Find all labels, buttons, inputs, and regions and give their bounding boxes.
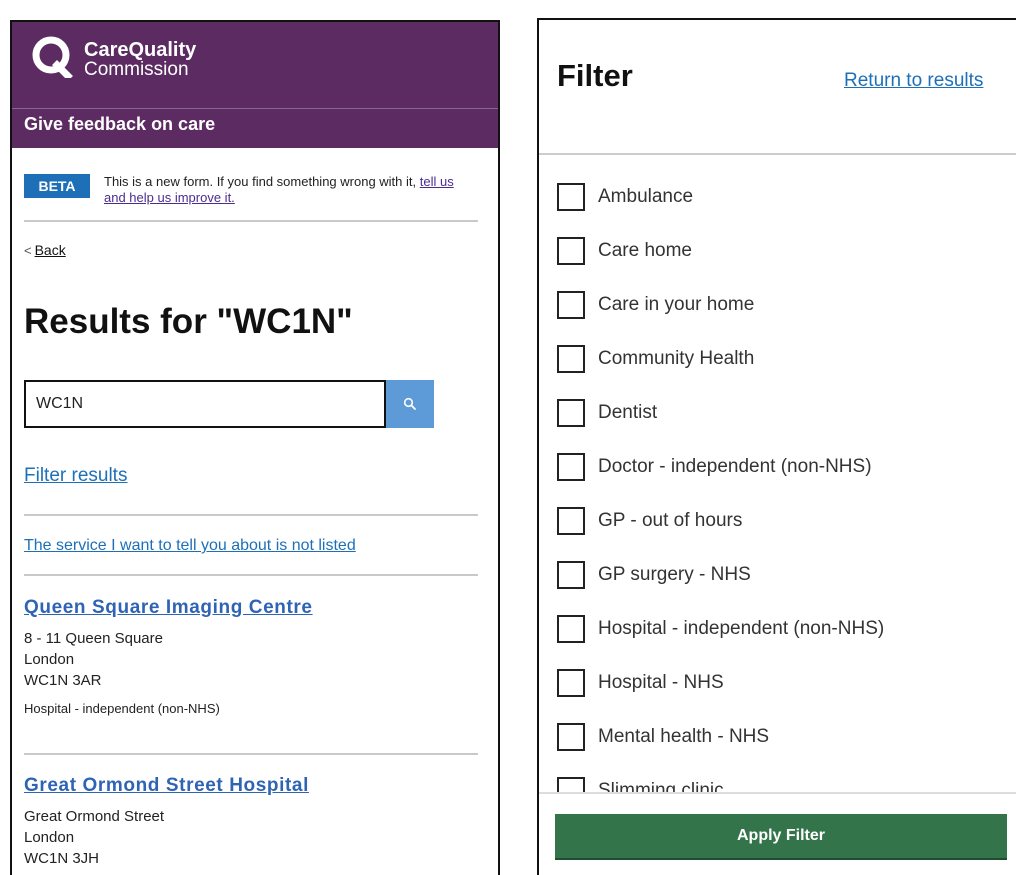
filter-option-gp-out-of-hours[interactable]: GP - out of hours bbox=[557, 504, 1016, 535]
result-name-link[interactable]: Great Ormond Street Hospital bbox=[24, 775, 478, 797]
filter-option-slimming-clinic[interactable]: Slimming clinic bbox=[557, 774, 1016, 792]
filter-option-label: Hospital - independent (non-NHS) bbox=[598, 618, 885, 639]
checkbox[interactable] bbox=[557, 453, 585, 481]
address-line: Great Ormond Street bbox=[24, 808, 165, 825]
filter-option-ambulance[interactable]: Ambulance bbox=[557, 180, 1016, 211]
checkbox[interactable] bbox=[557, 615, 585, 643]
filter-option-label: Care in your home bbox=[598, 294, 755, 315]
checkbox[interactable] bbox=[557, 345, 585, 373]
logo-text: CareQuality Commission bbox=[84, 39, 197, 80]
filter-option-gp-surgery-nhs[interactable]: GP surgery - NHS bbox=[557, 558, 1016, 589]
results-panel: CareQuality Commission Give feedback on … bbox=[10, 20, 500, 875]
site-header: CareQuality Commission Give feedback on … bbox=[12, 22, 498, 148]
address-line: WC1N 3AR bbox=[24, 672, 102, 689]
filter-option-care-in-your-home[interactable]: Care in your home bbox=[557, 288, 1016, 319]
search-form bbox=[24, 380, 434, 428]
filter-option-mental-health-nhs[interactable]: Mental health - NHS bbox=[557, 720, 1016, 751]
chevron-left-icon: < bbox=[24, 243, 32, 258]
apply-filter-bar: Apply Filter bbox=[539, 792, 1016, 875]
filter-title: Filter bbox=[557, 58, 633, 93]
service-not-listed-link[interactable]: The service I want to tell you about is … bbox=[24, 537, 356, 555]
filter-results-link[interactable]: Filter results bbox=[24, 465, 127, 487]
divider bbox=[539, 153, 1016, 155]
filter-option-care-home[interactable]: Care home bbox=[557, 234, 1016, 265]
result-item: Queen Square Imaging Centre 8 - 11 Queen… bbox=[24, 597, 478, 716]
filter-options-list: Ambulance Care home Care in your home Co… bbox=[557, 180, 1016, 792]
result-address: Great Ormond Street London WC1N 3JH bbox=[24, 806, 478, 869]
logo-line2: Commission bbox=[84, 59, 189, 80]
filter-option-community-health[interactable]: Community Health bbox=[557, 342, 1016, 373]
beta-message: This is a new form. If you find somethin… bbox=[104, 174, 417, 189]
header-divider bbox=[12, 108, 498, 109]
address-line: London bbox=[24, 829, 75, 846]
checkbox[interactable] bbox=[557, 507, 585, 535]
filter-option-label: Dentist bbox=[598, 402, 658, 423]
checkbox[interactable] bbox=[557, 777, 585, 792]
filter-option-hospital-nhs[interactable]: Hospital - NHS bbox=[557, 666, 1016, 697]
filter-option-label: Slimming clinic bbox=[598, 780, 724, 792]
result-item: Great Ormond Street Hospital Great Ormon… bbox=[24, 775, 478, 869]
back-link-row: < Back bbox=[24, 242, 66, 258]
filter-option-hospital-independent[interactable]: Hospital - independent (non-NHS) bbox=[557, 612, 1016, 643]
result-name-link[interactable]: Queen Square Imaging Centre bbox=[24, 597, 478, 619]
beta-banner: BETA This is a new form. If you find som… bbox=[24, 172, 478, 222]
return-to-results-link[interactable]: Return to results bbox=[844, 70, 983, 92]
back-link[interactable]: Back bbox=[35, 242, 66, 258]
divider bbox=[24, 574, 478, 576]
checkbox[interactable] bbox=[557, 723, 585, 751]
filter-option-label: Doctor - independent (non-NHS) bbox=[598, 456, 872, 477]
address-line: WC1N 3JH bbox=[24, 850, 100, 867]
checkbox[interactable] bbox=[557, 183, 585, 211]
filter-option-dentist[interactable]: Dentist bbox=[557, 396, 1016, 427]
beta-tag: BETA bbox=[24, 174, 90, 198]
result-service-type: Hospital - independent (non-NHS) bbox=[24, 701, 220, 716]
filter-option-label: Hospital - NHS bbox=[598, 672, 724, 693]
filter-option-doctor-independent[interactable]: Doctor - independent (non-NHS) bbox=[557, 450, 1016, 481]
filter-option-label: Community Health bbox=[598, 348, 755, 369]
logo-line1: CareQuality bbox=[84, 39, 197, 61]
divider bbox=[24, 514, 478, 516]
filter-option-label: Mental health - NHS bbox=[598, 726, 770, 747]
filter-option-label: Care home bbox=[598, 240, 692, 261]
filter-option-label: GP - out of hours bbox=[598, 510, 743, 531]
search-button[interactable] bbox=[386, 380, 434, 428]
filter-panel: Filter Return to results Ambulance Care … bbox=[537, 18, 1016, 875]
checkbox[interactable] bbox=[557, 561, 585, 589]
checkbox[interactable] bbox=[557, 669, 585, 697]
divider bbox=[24, 753, 478, 755]
checkbox[interactable] bbox=[557, 399, 585, 427]
filter-option-label: GP surgery - NHS bbox=[598, 564, 751, 585]
result-address: 8 - 11 Queen Square London WC1N 3AR bbox=[24, 628, 478, 691]
service-name: Give feedback on care bbox=[24, 114, 216, 134]
filter-option-label: Ambulance bbox=[598, 186, 694, 207]
checkbox[interactable] bbox=[557, 291, 585, 319]
cqc-logo-icon bbox=[32, 36, 73, 78]
search-icon bbox=[403, 397, 416, 410]
checkbox[interactable] bbox=[557, 237, 585, 265]
address-line: London bbox=[24, 651, 75, 668]
apply-filter-button[interactable]: Apply Filter bbox=[555, 814, 1007, 860]
page-title: Results for "WC1N" bbox=[24, 302, 353, 341]
search-input[interactable] bbox=[24, 380, 386, 428]
address-line: 8 - 11 Queen Square bbox=[24, 630, 163, 647]
beta-text: This is a new form. If you find somethin… bbox=[104, 174, 479, 206]
